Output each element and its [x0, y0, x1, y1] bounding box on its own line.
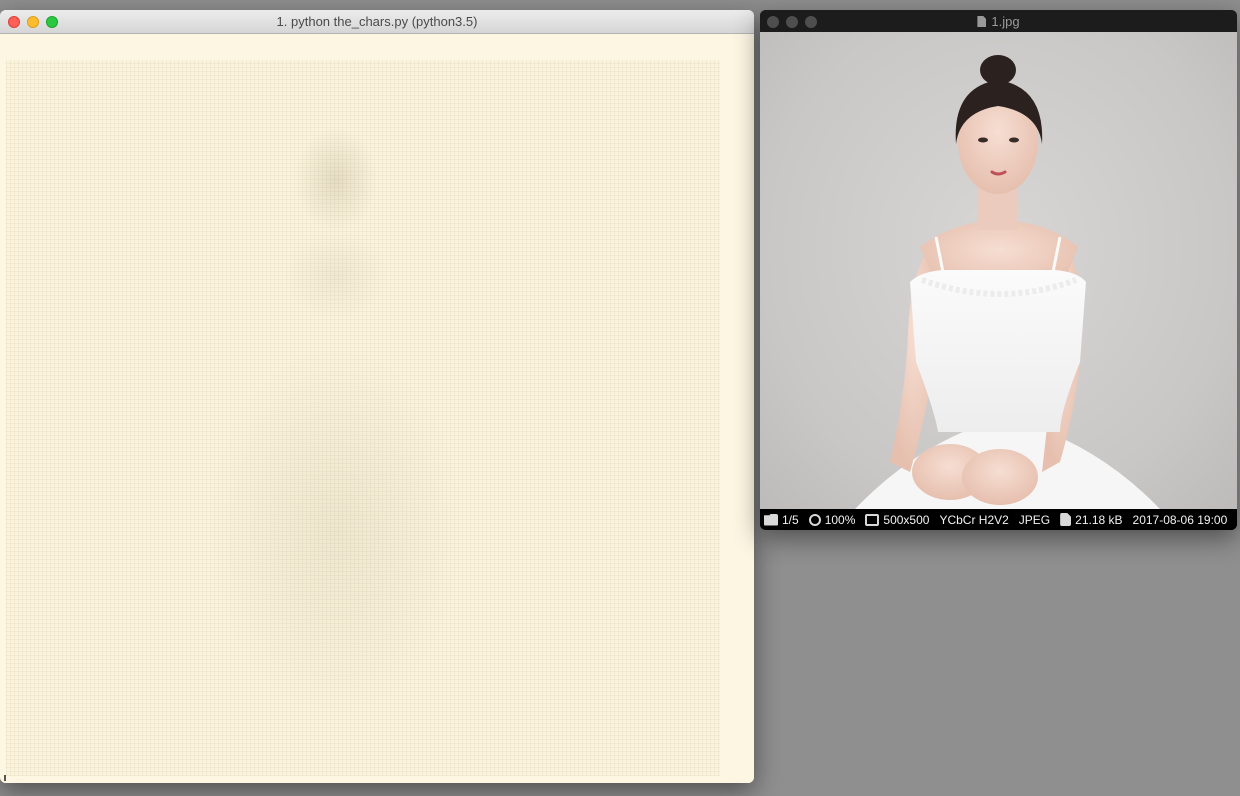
- folder-icon: [764, 513, 778, 526]
- viewer-title-text: 1.jpg: [991, 14, 1020, 29]
- status-dimensions: 500x500: [865, 513, 929, 527]
- status-zoom: 100%: [808, 513, 855, 527]
- status-colorspace: YCbCr H2V2: [939, 512, 1009, 527]
- portrait-photo: [855, 55, 1160, 509]
- fit-icon: [865, 513, 880, 526]
- viewer-statusbar: 1/5 100% 500x500 YCbCr H2V2 JPEG 21.18 k…: [760, 509, 1237, 530]
- terminal-title: 1. python the_chars.py (python3.5): [276, 14, 478, 29]
- ascii-art-output: [6, 60, 720, 776]
- viewer-title: 1.jpg: [760, 14, 1237, 29]
- image-viewer-window[interactable]: 1.jpg 1/5 100% 500x500 YCbCr H2V2 JPEG 2…: [760, 10, 1237, 530]
- magnifier-icon: [808, 513, 821, 526]
- terminal-content[interactable]: [0, 34, 754, 783]
- status-filesize: 21.18 kB: [1060, 513, 1123, 527]
- status-date: 2017-08-06 19:00: [1132, 512, 1228, 527]
- terminal-titlebar[interactable]: 1. python the_chars.py (python3.5): [0, 10, 754, 34]
- file-icon: [1060, 513, 1072, 526]
- terminal-window[interactable]: 1. python the_chars.py (python3.5): [0, 10, 754, 783]
- photo-display[interactable]: [760, 32, 1237, 509]
- status-index: 1/5: [764, 513, 799, 527]
- terminal-cursor: [4, 775, 6, 781]
- document-icon: [977, 16, 987, 27]
- viewer-titlebar[interactable]: 1.jpg: [760, 10, 1237, 32]
- status-format: JPEG: [1018, 512, 1051, 527]
